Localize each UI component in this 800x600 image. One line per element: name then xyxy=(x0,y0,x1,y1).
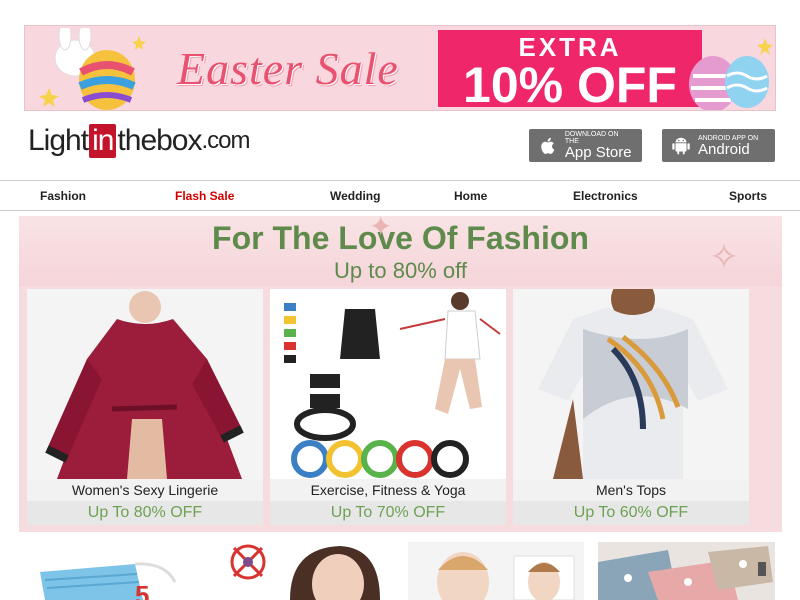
sparkle-icon: ✦ xyxy=(369,216,393,242)
fashion-promo-section: For The Love Of Fashion Up to 80% off ✦ … xyxy=(19,216,782,532)
card-name: Exercise, Fitness & Yoga xyxy=(270,479,506,501)
product-card-mens-tops[interactable]: Men's Tops Up To 60% OFF xyxy=(513,289,749,525)
product-tile-face-mask[interactable]: 5 xyxy=(25,542,215,600)
apple-icon xyxy=(541,137,555,154)
logo-text-in: in xyxy=(89,124,117,158)
nav-wedding[interactable]: Wedding xyxy=(330,189,380,203)
nav-home[interactable]: Home xyxy=(454,189,487,203)
easter-sale-banner[interactable]: Easter Sale EXTRA 10% OFF xyxy=(24,25,776,111)
nav-flash-sale[interactable]: Flash Sale xyxy=(175,189,234,203)
product-tile-beauty[interactable] xyxy=(220,542,400,600)
card-name: Men's Tops xyxy=(513,479,749,501)
nav-electronics[interactable]: Electronics xyxy=(573,189,638,203)
floral-masks-image xyxy=(598,542,775,600)
promo-subtitle: Up to 80% off xyxy=(334,258,467,283)
logo-text-light: Light xyxy=(28,124,89,157)
easter-bunny-egg-illustration xyxy=(39,28,146,110)
offer-line-2: 10% OFF xyxy=(463,57,677,111)
card-offer: Up To 80% OFF xyxy=(27,501,263,525)
android-icon xyxy=(672,137,690,154)
nav-fashion[interactable]: Fashion xyxy=(40,189,86,203)
card-offer: Up To 70% OFF xyxy=(270,501,506,525)
svg-text:5: 5 xyxy=(135,580,149,600)
sparkle-icon: ✧ xyxy=(709,236,740,277)
lingerie-image xyxy=(27,289,263,479)
app-store-button[interactable]: Download on the App Store xyxy=(529,129,642,162)
card-offer: Up To 60% OFF xyxy=(513,501,749,525)
logo-text-thebox: thebox xyxy=(117,124,202,157)
easter-eggs-illustration xyxy=(689,38,773,110)
appstore-big-label: App Store xyxy=(564,144,632,161)
banner-title: Easter Sale xyxy=(177,43,399,94)
extra-offer-badge: EXTRA 10% OFF xyxy=(438,30,702,111)
product-tile-kids-mask[interactable] xyxy=(408,542,584,600)
nav-sports[interactable]: Sports xyxy=(729,189,767,203)
appstore-small-label: Download on the xyxy=(564,131,619,145)
card-name: Women's Sexy Lingerie xyxy=(27,479,263,501)
android-app-button[interactable]: ANDROID APP ON Android xyxy=(662,129,775,162)
logo-text-tld: .com xyxy=(201,127,251,154)
product-card-fitness[interactable]: Exercise, Fitness & Yoga Up To 70% OFF xyxy=(270,289,506,525)
beauty-face-image xyxy=(220,542,400,600)
promo-header: For The Love Of Fashion Up to 80% off ✦ … xyxy=(19,216,782,286)
site-logo[interactable]: Light in thebox .com xyxy=(28,124,251,158)
android-big-label: Android xyxy=(698,140,750,158)
product-tile-floral-masks[interactable] xyxy=(598,542,775,600)
main-nav: Fashion Flash Sale Wedding Home Electron… xyxy=(0,180,800,211)
blue-face-mask-image: 5 xyxy=(25,542,215,600)
mens-tshirt-image xyxy=(513,289,749,479)
promo-title: For The Love Of Fashion xyxy=(212,220,589,256)
product-card-lingerie[interactable]: Women's Sexy Lingerie Up To 80% OFF xyxy=(27,289,263,525)
fitness-bands-image xyxy=(270,289,506,479)
kids-face-mask-image xyxy=(408,542,584,600)
